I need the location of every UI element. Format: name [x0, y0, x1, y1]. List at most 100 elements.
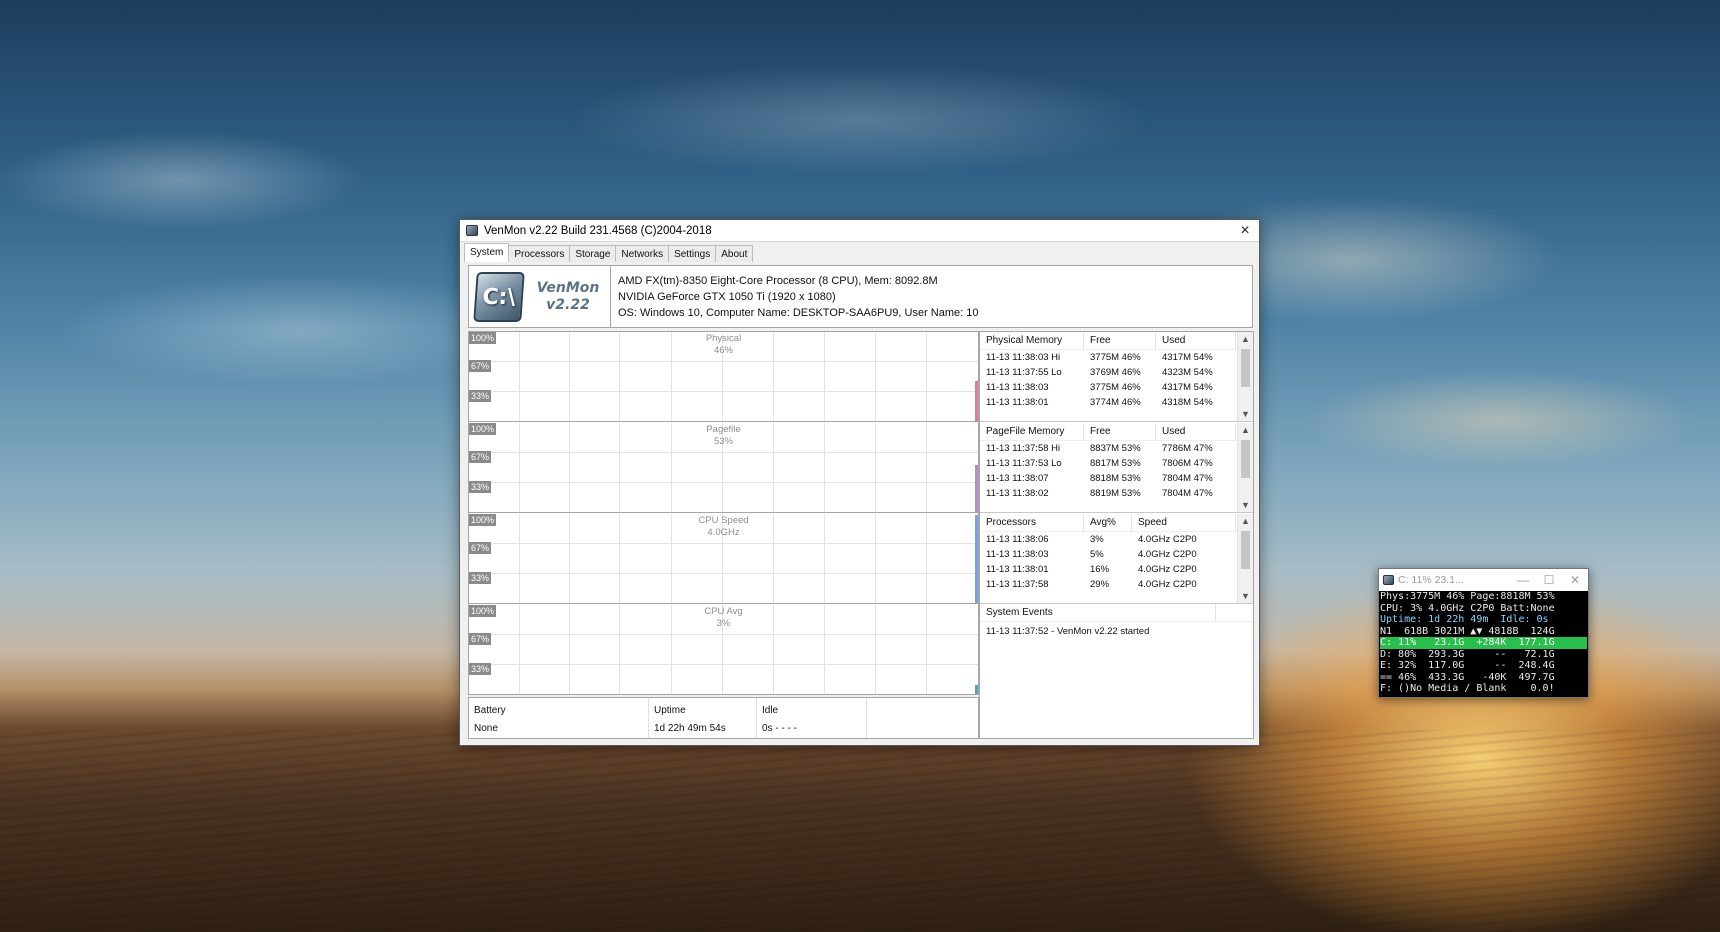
uptime-status: Uptime 1d 22h 49m 54s	[649, 698, 757, 738]
cell-time: 11-13 11:38:03	[986, 549, 1049, 560]
ytick-67: 67%	[469, 360, 492, 372]
tab-settings[interactable]: Settings	[668, 245, 717, 262]
tab-about[interactable]: About	[715, 245, 754, 262]
scroll-thumb[interactable]	[1241, 440, 1250, 478]
cell-used: 7786M 47%	[1162, 443, 1213, 454]
list-item[interactable]: 11-13 11:38:01 3774M 46% 4318M 54%	[980, 395, 1253, 410]
scrollbar[interactable]: ▲ ▼	[1237, 332, 1253, 421]
physical-memory-list[interactable]: Physical Memory Free Used 11-13 11:38:03…	[980, 332, 1253, 422]
minimize-button[interactable]: —	[1510, 573, 1536, 587]
col-header[interactable]: Speed	[1132, 514, 1236, 532]
graph-value: 53%	[713, 436, 733, 447]
list-item[interactable]: 11-13 11:37:58 Hi 8837M 53% 7786M 47%	[980, 441, 1253, 456]
scroll-down-icon[interactable]: ▼	[1238, 589, 1253, 603]
list-item[interactable]: 11-13 11:38:02 8819M 53% 7804M 47%	[980, 486, 1253, 501]
graph-title: Pagefile 53%	[469, 424, 978, 448]
cell-avg: 16%	[1090, 564, 1110, 575]
close-button[interactable]: ×	[1231, 220, 1259, 242]
scroll-thumb[interactable]	[1241, 531, 1250, 569]
list-item[interactable]: 11-13 11:38:07 8818M 53% 7804M 47%	[980, 471, 1253, 486]
list-item[interactable]: 11-13 11:37:52 - VenMon v2.22 started	[980, 624, 1253, 639]
col-header[interactable]: Free	[1084, 332, 1156, 350]
col-header[interactable]: Used	[1156, 332, 1236, 350]
cell-free: 3775M 46%	[1090, 352, 1141, 363]
graph-label: Physical	[705, 333, 742, 344]
cell-free: 8837M 53%	[1090, 443, 1141, 454]
ytick-33: 33%	[469, 481, 492, 493]
cpu-info: AMD FX(tm)-8350 Eight-Core Processor (8 …	[618, 275, 938, 287]
list-item[interactable]: 11-13 11:38:03 Hi 3775M 46% 4317M 54%	[980, 350, 1253, 365]
graph-title: Physical 46%	[469, 333, 978, 357]
ytick-67: 67%	[469, 542, 492, 554]
close-button[interactable]: ✕	[1562, 573, 1588, 587]
tab-networks[interactable]: Networks	[615, 245, 670, 262]
uptime-value: 1d 22h 49m 54s	[654, 723, 726, 734]
scroll-down-icon[interactable]: ▼	[1238, 407, 1253, 421]
cell-used: 4318M 54%	[1162, 397, 1213, 408]
col-header[interactable]: PageFile Memory	[980, 423, 1084, 441]
col-header[interactable]: Processors	[980, 514, 1084, 532]
scroll-thumb[interactable]	[1241, 349, 1250, 387]
cell-used: 4323M 54%	[1162, 367, 1213, 378]
mini-monitor-window[interactable]: C: 11% 23.1... — ☐ ✕ Phys:3775M 46% Page…	[1378, 568, 1589, 698]
col-header[interactable]: Avg%	[1084, 514, 1132, 532]
list-item[interactable]: 11-13 11:38:03 5% 4.0GHz C2P0	[980, 547, 1253, 562]
cpu-speed-graph: 100% 67% 33% CPU Speed 4.0GHz	[469, 514, 978, 604]
title-bar[interactable]: VenMon v2.22 Build 231.4568 (C)2004-2018…	[460, 220, 1259, 242]
list-header: Processors Avg% Speed	[980, 514, 1253, 532]
cell-time: 11-13 11:37:53 Lo	[986, 458, 1062, 469]
tab-processors[interactable]: Processors	[508, 245, 571, 262]
processors-list[interactable]: Processors Avg% Speed 11-13 11:38:06 3% 4.…	[980, 514, 1253, 604]
graph-bar	[975, 685, 978, 694]
list-item[interactable]: 11-13 11:38:01 16% 4.0GHz C2P0	[980, 562, 1253, 577]
graph-bar	[975, 515, 978, 603]
cpu-avg-graph: 100% 67% 33% CPU Avg 3%	[469, 605, 978, 695]
ytick-67: 67%	[469, 633, 492, 645]
ytick-33: 33%	[469, 572, 492, 584]
list-item[interactable]: 11-13 11:37:55 Lo 3769M 46% 4323M 54%	[980, 365, 1253, 380]
venmon-window[interactable]: VenMon v2.22 Build 231.4568 (C)2004-2018…	[459, 219, 1260, 746]
os-info: OS: Windows 10, Computer Name: DESKTOP-S…	[618, 307, 979, 319]
col-header[interactable]: Free	[1084, 423, 1156, 441]
maximize-button[interactable]: ☐	[1536, 573, 1562, 587]
list-item[interactable]: 11-13 11:38:06 3% 4.0GHz C2P0	[980, 532, 1253, 547]
scrollbar[interactable]: ▲ ▼	[1237, 514, 1253, 603]
col-header[interactable]: Used	[1156, 423, 1236, 441]
mini-line-memory: Phys:3775M 46% Page:8818M 53%	[1380, 591, 1555, 602]
cell-time: 11-13 11:37:55 Lo	[986, 367, 1062, 378]
cell-used: 4317M 54%	[1162, 352, 1213, 363]
scroll-up-icon[interactable]: ▲	[1238, 332, 1253, 346]
list-item[interactable]: 11-13 11:37:53 Lo 8817M 53% 7806M 47%	[980, 456, 1253, 471]
scroll-up-icon[interactable]: ▲	[1238, 514, 1253, 528]
tab-storage[interactable]: Storage	[569, 245, 617, 262]
window-title: VenMon v2.22 Build 231.4568 (C)2004-2018	[484, 224, 712, 237]
graph-label: Pagefile	[706, 424, 741, 435]
system-events-list[interactable]: System Events 11-13 11:37:52 - VenMon v2…	[980, 603, 1253, 738]
cell-free: 8818M 53%	[1090, 473, 1141, 484]
idle-label: Idle	[762, 705, 779, 716]
col-header[interactable]: System Events	[980, 603, 1216, 622]
scroll-up-icon[interactable]: ▲	[1238, 423, 1253, 437]
list-item[interactable]: 11-13 11:38:03 3775M 46% 4317M 54%	[980, 380, 1253, 395]
cell-used: 4317M 54%	[1162, 382, 1213, 393]
battery-value: None	[474, 723, 498, 734]
status-panel: Battery None Uptime 1d 22h 49m 54s Idle …	[468, 697, 979, 739]
logo-version: v2.22	[546, 297, 590, 313]
cell-free: 8819M 53%	[1090, 488, 1141, 499]
tab-bar: System Processors Storage Networks Setti…	[460, 242, 1259, 262]
scrollbar[interactable]: ▲ ▼	[1237, 423, 1253, 512]
graph-value: 46%	[713, 345, 733, 356]
cell-time: 11-13 11:37:58 Hi	[986, 443, 1061, 454]
mini-line-drive-e: E: 32% 117.0G -- 248.4G	[1380, 660, 1555, 671]
scroll-down-icon[interactable]: ▼	[1238, 498, 1253, 512]
list-item[interactable]: 11-13 11:37:58 29% 4.0GHz C2P0	[980, 577, 1253, 592]
tab-system[interactable]: System	[464, 243, 510, 262]
pagefile-memory-list[interactable]: PageFile Memory Free Used 11-13 11:37:58…	[980, 423, 1253, 513]
mini-title-bar[interactable]: C: 11% 23.1... — ☐ ✕	[1379, 569, 1588, 591]
battery-status: Battery None	[469, 698, 649, 738]
system-info-panel: AMD FX(tm)-8350 Eight-Core Processor (8 …	[610, 265, 1253, 328]
cell-used: 7804M 47%	[1162, 473, 1213, 484]
col-header[interactable]: Physical Memory	[980, 332, 1084, 350]
list-header: Physical Memory Free Used	[980, 332, 1253, 350]
ytick-33: 33%	[469, 390, 492, 402]
